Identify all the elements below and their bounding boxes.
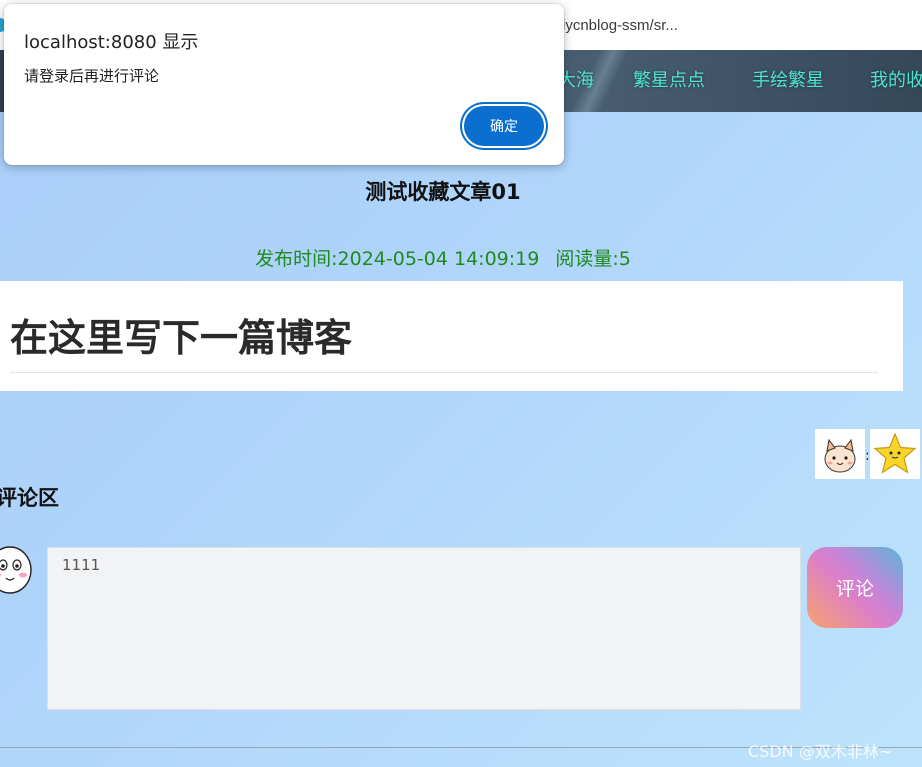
dialog-message: 请登录后再进行评论 — [24, 67, 160, 85]
comment-section-title: 评论区 — [0, 486, 59, 510]
read-count-value: 5 — [618, 248, 631, 270]
dialog-origin: localhost:8080 显示 — [24, 32, 199, 53]
article-title: 测试收藏文章01 — [365, 180, 521, 204]
publish-time-label: 发布时间: — [255, 248, 338, 270]
dialog-ok-button[interactable]: 确定 — [464, 106, 544, 146]
nav-item-my-collection[interactable]: 我的收 — [870, 50, 922, 112]
address-url: iycnblog-ssm/sr... — [562, 17, 678, 34]
nav-item-drawn-stars[interactable]: 手绘繁星 — [752, 50, 824, 112]
article-content: 在这里写下一篇博客 — [0, 281, 903, 391]
comment-input[interactable] — [47, 547, 801, 710]
sticker-separator: : — [865, 448, 870, 464]
user-avatar — [0, 544, 34, 596]
address-bar[interactable]: iycnblog-ssm/sr... — [540, 10, 922, 42]
comment-submit-button[interactable]: 评论 — [807, 547, 903, 628]
cat-sticker-icon[interactable] — [815, 429, 865, 479]
nav-item-stars[interactable]: 繁星点点 — [633, 50, 705, 112]
star-sticker-icon[interactable] — [870, 429, 920, 479]
publish-time-value: 2024-05-04 14:09:19 — [337, 248, 540, 270]
article-meta: 发布时间:2024-05-04 14:09:19 阅读量:5 — [0, 244, 886, 271]
read-count-label: 阅读量: — [555, 248, 619, 270]
alert-dialog: localhost:8080 显示 请登录后再进行评论 确定 — [4, 4, 564, 165]
watermark: CSDN @双木非林~ — [748, 742, 893, 761]
content-heading: 在这里写下一篇博客 — [10, 307, 878, 373]
